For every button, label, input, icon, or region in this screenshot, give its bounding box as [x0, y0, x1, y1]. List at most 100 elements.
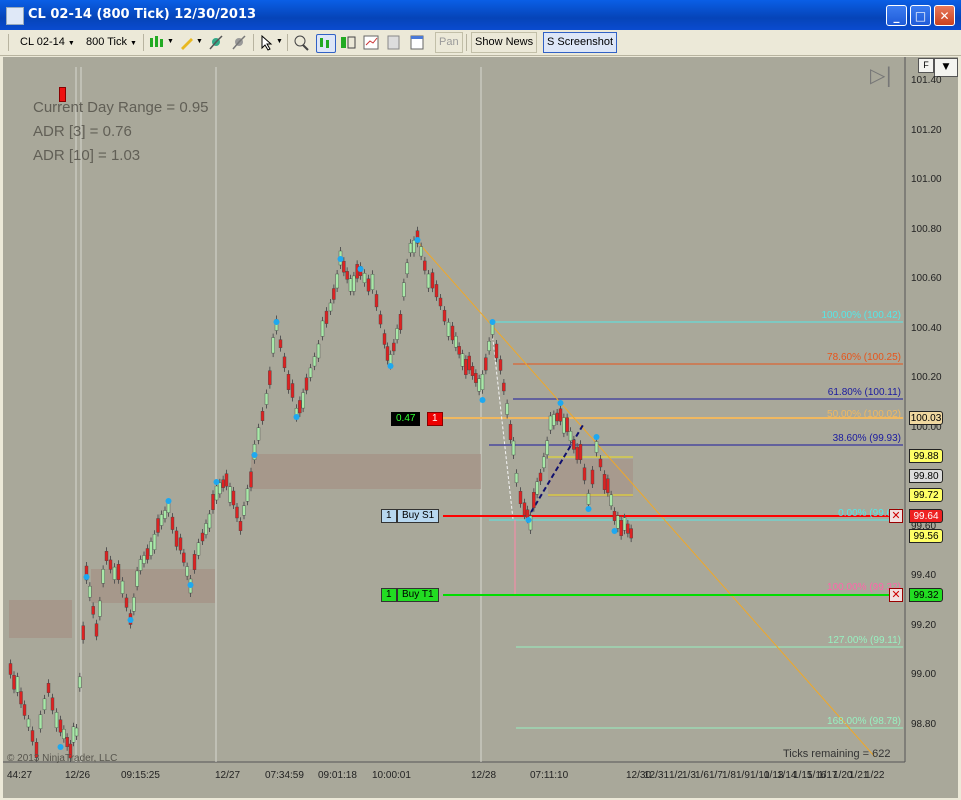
candle-body — [304, 377, 309, 391]
cursor-icon[interactable] — [258, 34, 276, 51]
swing-point-marker — [489, 319, 496, 325]
close-button[interactable]: ✕ — [934, 5, 955, 26]
data-box-icon[interactable] — [408, 34, 426, 51]
candle-body — [480, 374, 485, 390]
period-label: 800 Tick — [86, 36, 127, 48]
candle-body — [224, 473, 229, 487]
candle-body — [345, 271, 349, 280]
candle-body — [548, 415, 553, 431]
candle-body — [419, 246, 423, 257]
candle-body — [8, 663, 13, 675]
price-tag: 99.56 — [909, 529, 943, 543]
x-axis-label: 1/6 — [695, 770, 709, 781]
show-news-button[interactable]: Show News — [471, 32, 538, 53]
instrument-selector[interactable]: CL 02-14 ▼ — [20, 33, 75, 51]
candle-body — [408, 243, 413, 253]
candle-body — [568, 431, 573, 441]
candle-body — [555, 412, 559, 422]
candle-body — [71, 726, 76, 743]
target-order-qty[interactable]: 1 — [381, 588, 397, 602]
candle-body — [249, 471, 253, 488]
candle-body — [374, 294, 379, 308]
toolbar-grip — [8, 34, 9, 51]
candle-body — [434, 284, 439, 298]
minimize-button[interactable]: _ — [886, 5, 907, 26]
target-order-label[interactable]: Buy T1 — [397, 588, 439, 602]
candle-body — [590, 469, 595, 485]
candle-body — [332, 288, 336, 300]
pan-button[interactable]: Pan — [435, 32, 463, 53]
candle-body — [382, 333, 387, 345]
stop-order-qty[interactable]: 1 — [381, 509, 397, 523]
candle-body — [149, 541, 153, 556]
x-axis-label: 1/7 — [709, 770, 723, 781]
chart-trader-icon[interactable] — [339, 34, 357, 51]
candle-body — [101, 569, 105, 584]
candle-body — [204, 523, 208, 535]
candle-body — [112, 566, 117, 580]
chevron-down-icon[interactable]: ▼ — [167, 33, 174, 51]
indicator-icon[interactable] — [207, 34, 225, 51]
cancel-target-order-button[interactable]: ✕ — [889, 588, 903, 602]
play-forward-icon[interactable]: ▷| — [870, 63, 892, 87]
candle-body — [312, 356, 317, 367]
x-axis-label: 07:34:59 — [265, 770, 304, 781]
candle-body — [430, 272, 435, 289]
price-tag: 99.32 — [909, 588, 943, 602]
toolbar-separator — [466, 34, 467, 51]
period-selector[interactable]: 800 Tick ▼ — [86, 33, 137, 51]
pnl-quantity: 1 — [427, 412, 443, 426]
price-chart[interactable]: Current Day Range = 0.95 ADR [3] = 0.76 … — [3, 57, 958, 798]
candle-body — [511, 440, 516, 456]
x-axis-label: 1/8 — [722, 770, 736, 781]
candle-body — [264, 393, 269, 405]
candle-body — [116, 564, 121, 580]
maximize-button[interactable]: □ — [910, 5, 931, 26]
price-tag: 99.88 — [909, 449, 943, 463]
candle-body — [609, 494, 613, 507]
candle-body — [104, 551, 109, 561]
zone-box — [91, 569, 215, 603]
stop-order-label[interactable]: Buy S1 — [397, 509, 440, 523]
candle-body — [474, 373, 478, 383]
y-axis-label: 98.80 — [911, 718, 937, 730]
zone-box — [548, 459, 633, 497]
pencil-icon[interactable] — [178, 34, 196, 51]
candle-body — [629, 528, 633, 539]
candle-body — [514, 473, 519, 483]
candle-body — [98, 600, 102, 617]
candle-body — [602, 474, 607, 490]
f-button[interactable]: F — [918, 58, 934, 73]
chevron-down-icon[interactable]: ▼ — [196, 33, 203, 51]
candle-body — [562, 417, 566, 434]
x-axis-label: 09:15:25 — [121, 770, 160, 781]
ticks-remaining: Ticks remaining = 622 — [783, 748, 891, 760]
snapshot-icon[interactable] — [385, 34, 403, 51]
candle-body — [412, 240, 416, 253]
candle-body — [464, 359, 468, 375]
data-series-icon[interactable] — [316, 34, 336, 53]
candle-body — [108, 559, 113, 570]
chevron-down-icon[interactable]: ▼ — [276, 33, 283, 51]
price-tag: 100.03 — [909, 411, 943, 425]
adr-3: ADR [3] = 0.76 — [33, 123, 132, 140]
candle-body — [207, 513, 212, 529]
candle-body — [552, 414, 556, 426]
swing-point-marker — [557, 400, 564, 406]
pnl-value: 0.47 — [391, 412, 421, 426]
zoom-in-icon[interactable] — [292, 34, 310, 51]
candle-body — [170, 516, 175, 530]
candle-body — [438, 297, 443, 307]
strategy-icon[interactable] — [230, 34, 248, 51]
cancel-stop-order-button[interactable]: ✕ — [889, 509, 903, 523]
candle-body — [200, 532, 205, 542]
candle-body — [231, 490, 236, 506]
properties-icon[interactable] — [362, 34, 380, 51]
fib-level-label: 168.00% (98.78) — [827, 716, 901, 727]
bar-type-icon[interactable] — [148, 34, 166, 51]
chevron-down-icon: ▼ — [67, 40, 75, 47]
y-axis-label: 101.20 — [911, 124, 942, 136]
screenshot-button[interactable]: S Screenshot — [543, 32, 618, 53]
candle-body — [238, 521, 243, 531]
y-axis-label: 100.80 — [911, 223, 942, 235]
